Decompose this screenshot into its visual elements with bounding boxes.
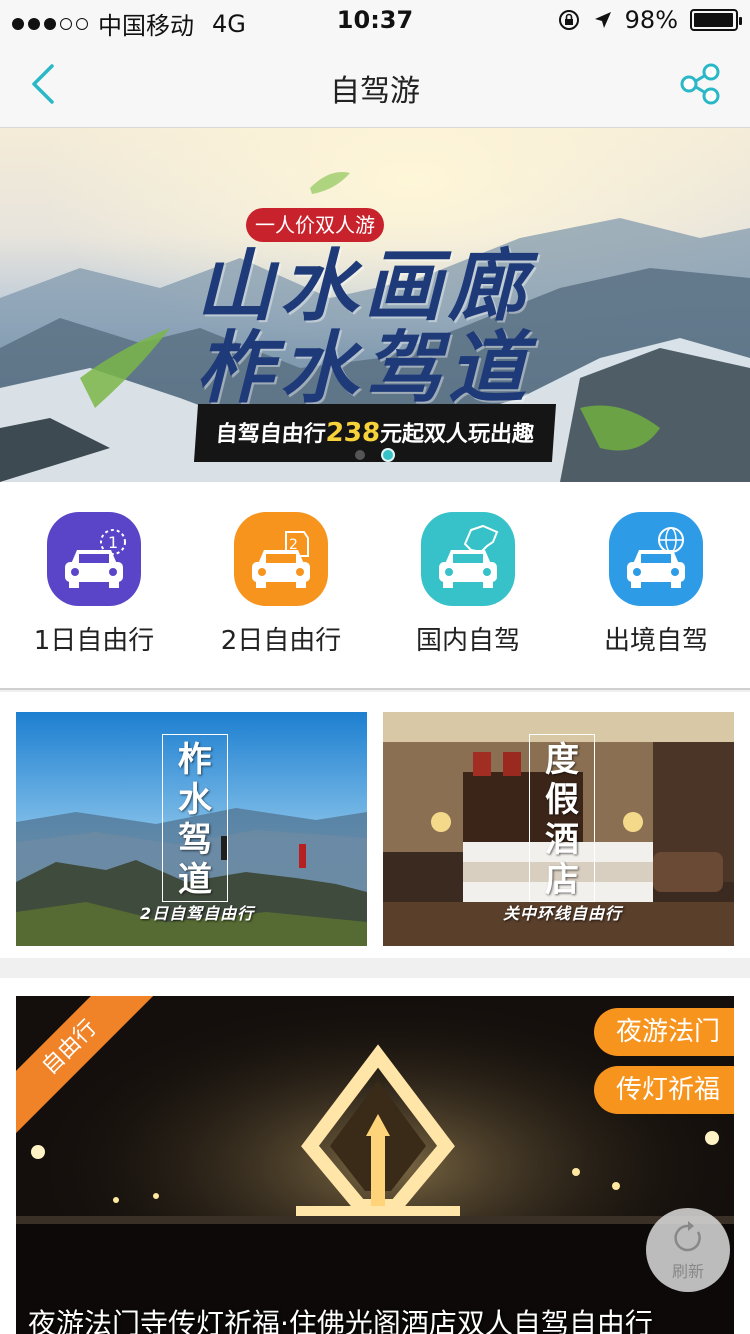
refresh-label: 刷新 (671, 1262, 704, 1281)
category-domestic[interactable]: 国内自驾 (374, 512, 562, 657)
promo-vertical-title: 度假酒店 (545, 740, 579, 900)
status-right: 98% (557, 6, 742, 34)
category-label: 国内自驾 (415, 626, 520, 656)
location-arrow-icon (594, 12, 611, 28)
category-label: 2日自由行 (220, 626, 342, 656)
category-label: 1日自由行 (33, 626, 155, 656)
slogan-prefix: 自驾自由行 (214, 422, 327, 447)
promo-subtitle: 关中环线自由行 (503, 904, 623, 923)
tag-night-tour[interactable]: 夜游法门 (593, 1008, 734, 1056)
banner-title-line1: 山水画廊 (196, 241, 533, 332)
banner-title-line2: 柞水驾道 (196, 323, 533, 414)
feature-section: 自由行 夜游法门 传灯祈福 夜游法门寺传灯祈福·住佛光阁酒店双人自驾自由行 (0, 978, 750, 1334)
slogan-suffix: 元起双人玩出趣 (379, 422, 535, 447)
status-bar: 中国移动 4G 10:37 98% (0, 0, 750, 40)
carousel-pager (355, 450, 393, 460)
category-two-day[interactable]: 2 2日自由行 (187, 512, 375, 657)
category-grid: 1 1日自由行 2 2日自由行 国内自驾 出境自驾 (0, 482, 750, 690)
car-globe-icon (609, 512, 703, 606)
banner-badge: 一人价双人游 (246, 208, 384, 242)
category-label: 出境自驾 (603, 626, 708, 656)
battery-percent: 98% (624, 6, 678, 34)
category-one-day[interactable]: 1 1日自由行 (0, 512, 188, 657)
category-overseas[interactable]: 出境自驾 (562, 512, 750, 657)
navigation-bar: 自驾游 (0, 40, 750, 128)
promo-subtitle: 2日自驾自由行 (140, 904, 255, 923)
promo-row: 柞水驾道 2日自驾自由行 度假酒店 关中环线自由行 (0, 692, 750, 958)
battery-icon (690, 9, 742, 31)
orientation-lock-icon (558, 10, 579, 30)
refresh-icon (674, 1221, 701, 1252)
pager-dot-active[interactable] (383, 450, 393, 460)
svg-text:1: 1 (108, 533, 118, 552)
feature-caption: 夜游法门寺传灯祈福·住佛光阁酒店双人自驾自由行 (28, 1307, 653, 1334)
slogan-price: 238 (324, 418, 382, 448)
banner-carousel[interactable]: 一人价双人游 山水画廊 柞水驾道 自驾自由行238元起双人玩出趣 (0, 128, 750, 482)
promo-card-zhashui[interactable]: 柞水驾道 2日自驾自由行 (16, 712, 367, 946)
share-icon[interactable] (678, 62, 722, 106)
car-one-day-icon: 1 (47, 512, 141, 606)
banner-title: 山水画廊 柞水驾道 (196, 246, 556, 410)
pager-dot[interactable] (355, 450, 365, 460)
page-title: 自驾游 (330, 74, 420, 109)
feature-card[interactable]: 自由行 夜游法门 传灯祈福 夜游法门寺传灯祈福·住佛光阁酒店双人自驾自由行 (16, 996, 734, 1334)
promo-card-hotel[interactable]: 度假酒店 关中环线自由行 (383, 712, 734, 946)
car-china-map-icon (421, 512, 515, 606)
battery-fill (694, 13, 734, 27)
promo-vertical-title: 柞水驾道 (178, 740, 212, 900)
refresh-button[interactable]: 刷新 (646, 1208, 730, 1292)
car-two-day-icon: 2 (234, 512, 328, 606)
tag-lantern-blessing[interactable]: 传灯祈福 (593, 1066, 734, 1114)
